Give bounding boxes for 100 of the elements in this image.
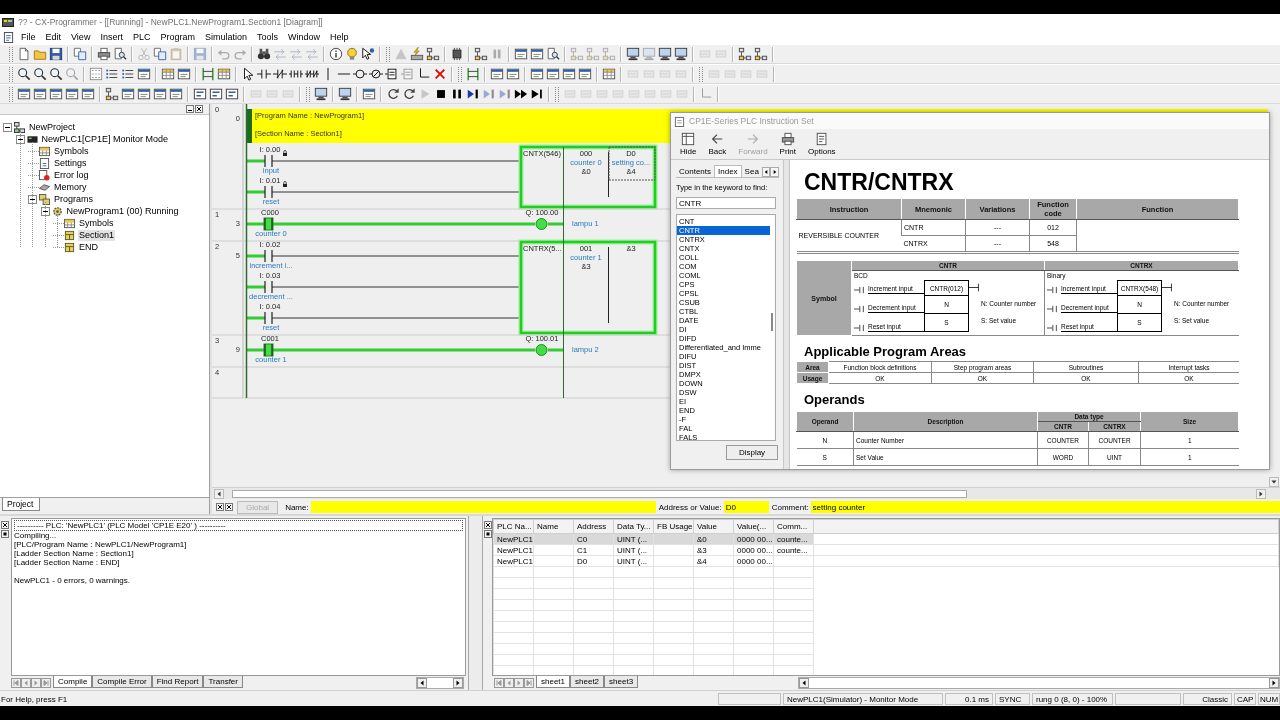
- monitor-icon[interactable]: [658, 47, 672, 61]
- column-header[interactable]: Data Ty...: [613, 519, 654, 534]
- column-header[interactable]: Comm...: [773, 519, 814, 534]
- arrow-cursor-icon[interactable]: [361, 47, 375, 61]
- scroll-right-button[interactable]: [770, 167, 779, 177]
- menu-item[interactable]: Insert: [95, 32, 128, 42]
- fast-forward-icon[interactable]: [514, 87, 528, 101]
- tab[interactable]: sheet1: [536, 676, 571, 688]
- blank-page-icon[interactable]: [17, 47, 31, 61]
- menu-item[interactable]: PLC: [127, 32, 156, 42]
- right-triangle-icon[interactable]: [1269, 678, 1279, 688]
- menu-item[interactable]: View: [66, 32, 96, 42]
- minus-box-icon[interactable]: [3, 122, 12, 132]
- window-icon[interactable]: [506, 67, 520, 81]
- pause-icon[interactable]: [450, 87, 464, 101]
- window-icon[interactable]: [530, 47, 544, 61]
- pin-icon[interactable]: [0, 530, 9, 538]
- tab[interactable]: Compile: [53, 676, 93, 688]
- tab[interactable]: Compile Error: [92, 676, 152, 688]
- contact-symbol[interactable]: [263, 343, 274, 357]
- tree-item[interactable]: Settings: [53, 157, 88, 169]
- magnifier-icon[interactable]: [33, 67, 47, 81]
- window-icon[interactable]: [514, 47, 528, 61]
- table-icon[interactable]: [602, 67, 616, 81]
- tree-item[interactable]: NewPLC1[CP1E] Monitor Mode: [40, 133, 170, 145]
- network-icon[interactable]: [754, 47, 768, 61]
- close-icon[interactable]: [225, 503, 233, 511]
- close-icon[interactable]: [216, 503, 224, 511]
- contact-symbol[interactable]: [264, 185, 273, 199]
- contact-symbol[interactable]: [263, 217, 274, 231]
- monitor-icon[interactable]: [674, 47, 688, 61]
- ladder-icon[interactable]: [201, 67, 215, 81]
- toolbar-button[interactable]: Options: [805, 132, 839, 156]
- printer-icon[interactable]: [97, 47, 111, 61]
- address-field[interactable]: D0: [723, 501, 769, 513]
- table-row[interactable]: NewPLC1 C0 UINT (... &0 0000 00... counte...: [493, 533, 1279, 545]
- skip-forward-icon[interactable]: [530, 87, 544, 101]
- right-triangle-icon[interactable]: [1256, 488, 1266, 499]
- tree-item[interactable]: Section1: [78, 229, 116, 241]
- window-icon[interactable]: [153, 87, 167, 101]
- tab[interactable]: Find Report: [151, 676, 204, 688]
- column-header[interactable]: Value(...: [733, 519, 774, 534]
- arrow-cursor-icon[interactable]: [241, 67, 255, 81]
- contact-symbol[interactable]: [264, 249, 273, 263]
- contact-symbol[interactable]: [264, 280, 273, 294]
- menu-item[interactable]: Program: [155, 32, 200, 42]
- tab[interactable]: Contents: [676, 166, 715, 177]
- chip-icon[interactable]: [450, 47, 464, 61]
- monitor-icon[interactable]: [338, 87, 352, 101]
- window-icon[interactable]: [49, 87, 63, 101]
- menu-item[interactable]: Help: [325, 32, 354, 42]
- menu-item[interactable]: Simulation: [199, 32, 252, 42]
- magnifier-icon[interactable]: [17, 67, 31, 81]
- slashed-coil-icon[interactable]: [369, 67, 383, 81]
- two-pages-icon[interactable]: [153, 47, 167, 61]
- two-pages-icon[interactable]: [73, 47, 87, 61]
- coil-symbol[interactable]: [535, 218, 548, 230]
- magnifier-icon[interactable]: [49, 67, 63, 81]
- window-icon[interactable]: [530, 67, 544, 81]
- page-magnifier-icon[interactable]: [113, 47, 127, 61]
- list-icon[interactable]: [105, 67, 119, 81]
- scrollbar-thumb[interactable]: [232, 489, 967, 498]
- menu-item[interactable]: File: [16, 32, 41, 42]
- tree-item[interactable]: Symbols: [78, 217, 115, 229]
- binoculars-icon[interactable]: [257, 47, 271, 61]
- tile-icon[interactable]: [225, 87, 239, 101]
- dot-grid-icon[interactable]: [89, 67, 103, 81]
- window-icon[interactable]: [137, 67, 151, 81]
- monitor-icon[interactable]: [626, 47, 640, 61]
- refresh-icon[interactable]: [386, 87, 400, 101]
- tab[interactable]: sheet3: [604, 676, 639, 688]
- tab[interactable]: Index: [714, 165, 742, 177]
- window-icon[interactable]: [81, 87, 95, 101]
- pin-icon[interactable]: [483, 530, 492, 538]
- monitor-icon[interactable]: [314, 87, 328, 101]
- column-header[interactable]: Address: [573, 519, 614, 534]
- window-icon[interactable]: [169, 87, 183, 101]
- close-icon[interactable]: [195, 105, 203, 113]
- network-icon[interactable]: [474, 47, 488, 61]
- stop-icon[interactable]: [434, 87, 448, 101]
- comment-field[interactable]: setting counter: [810, 501, 1280, 513]
- list-icon[interactable]: [121, 67, 135, 81]
- tree-item[interactable]: NewProject: [28, 121, 76, 133]
- tree-item[interactable]: Programs: [53, 193, 94, 205]
- lightning-icon[interactable]: [410, 47, 424, 61]
- ladder-icon[interactable]: [466, 67, 480, 81]
- menu-item[interactable]: Tools: [251, 32, 283, 42]
- name-field[interactable]: [310, 501, 656, 513]
- refresh-icon[interactable]: [402, 87, 416, 101]
- page-magnifier-icon[interactable]: [546, 47, 560, 61]
- toolbar-button[interactable]: Hide: [677, 132, 700, 156]
- column-header[interactable]: PLC Na...: [493, 519, 534, 534]
- window-icon[interactable]: [33, 87, 47, 101]
- tree-item[interactable]: Symbols: [53, 145, 90, 157]
- table-icon[interactable]: [161, 67, 175, 81]
- minus-box-icon[interactable]: [15, 134, 25, 144]
- close-icon[interactable]: [483, 521, 492, 529]
- panel-tab[interactable]: Project: [2, 498, 41, 511]
- column-header[interactable]: Value: [693, 519, 734, 534]
- instruction-block[interactable]: [518, 144, 658, 210]
